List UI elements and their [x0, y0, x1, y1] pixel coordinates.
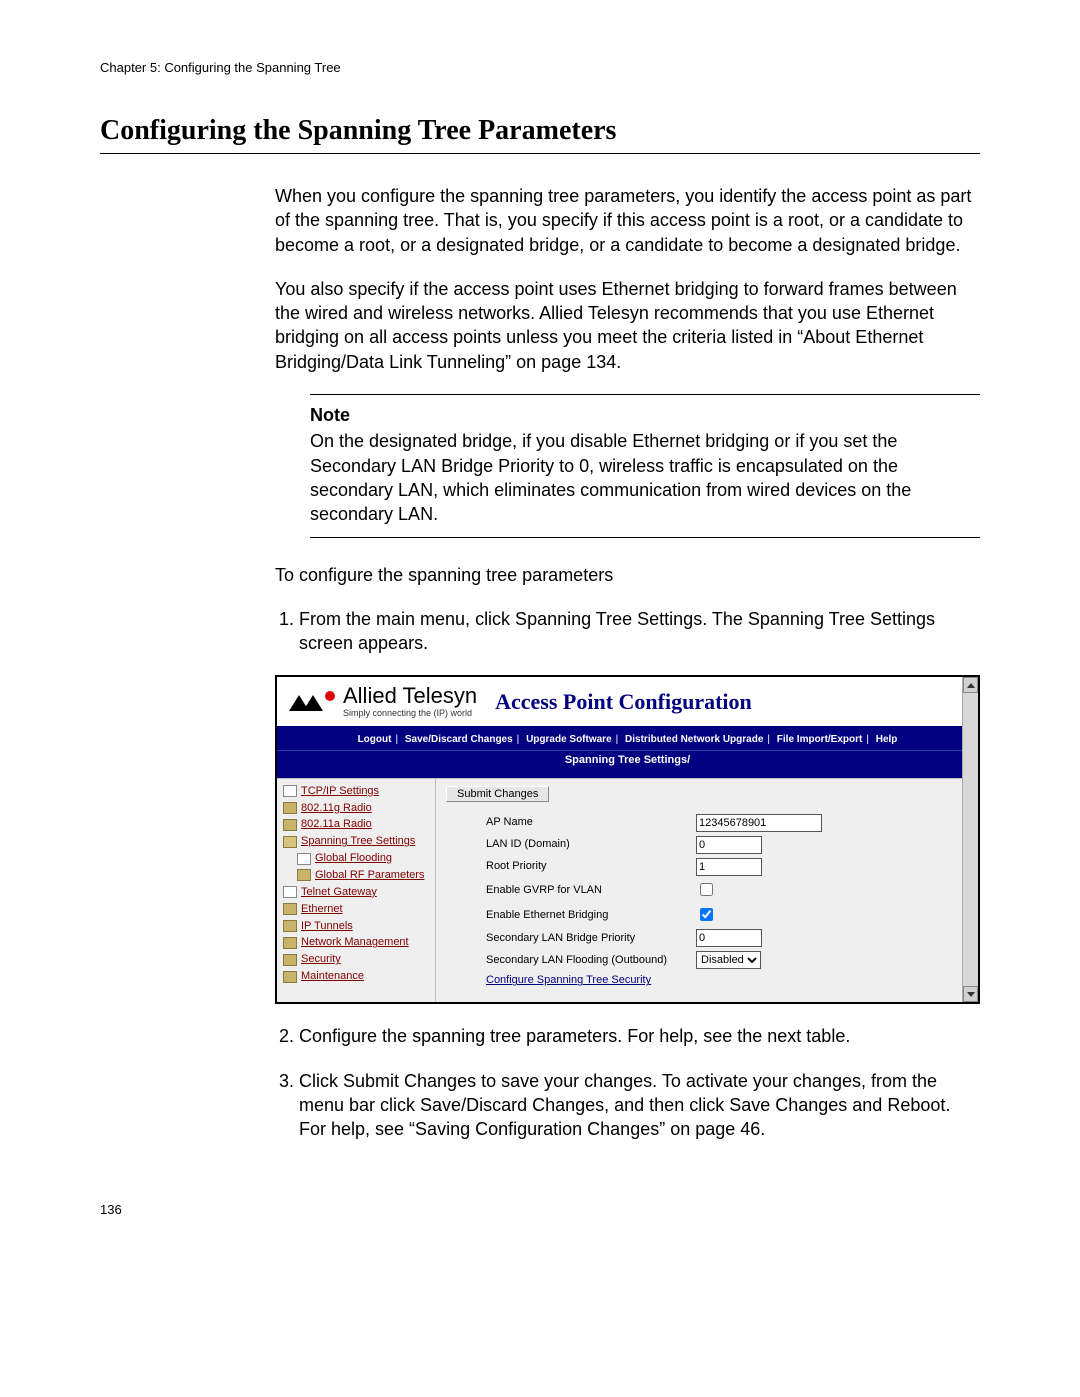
- label-secondary-lan-priority: Secondary LAN Bridge Priority: [446, 927, 696, 949]
- banner-title: Access Point Configuration: [495, 687, 752, 717]
- folder-icon: [283, 920, 297, 932]
- menu-file-import-export[interactable]: File Import/Export: [777, 734, 863, 745]
- paragraph-2: You also specify if the access point use…: [275, 277, 980, 374]
- chevron-down-icon: [967, 992, 975, 997]
- scroll-up-button[interactable]: [963, 677, 978, 693]
- step-1: From the main menu, click Spanning Tree …: [299, 607, 980, 656]
- input-secondary-lan-priority[interactable]: [696, 929, 762, 947]
- main-panel: Submit Changes AP Name LAN ID (Domain) R…: [436, 779, 978, 1003]
- menu-bar: Logout| Save/Discard Changes| Upgrade So…: [277, 730, 978, 750]
- submit-changes-button[interactable]: Submit Changes: [446, 786, 549, 802]
- label-root-priority: Root Priority: [446, 856, 696, 878]
- folder-icon: [283, 971, 297, 983]
- input-ap-name[interactable]: [696, 814, 822, 832]
- note-text: On the designated bridge, if you disable…: [310, 429, 970, 526]
- chapter-header: Chapter 5: Configuring the Spanning Tree: [100, 60, 980, 75]
- folder-icon: [297, 869, 311, 881]
- section-title: Configuring the Spanning Tree Parameters: [100, 115, 980, 147]
- menu-help[interactable]: Help: [876, 734, 898, 745]
- step-2: Configure the spanning tree parameters. …: [299, 1024, 980, 1048]
- nav-80211g[interactable]: 802.11g Radio: [301, 801, 372, 816]
- input-lan-id[interactable]: [696, 836, 762, 854]
- nav-80211a[interactable]: 802.11a Radio: [301, 817, 372, 832]
- label-secondary-lan-flooding: Secondary LAN Flooding (Outbound): [446, 949, 696, 971]
- folder-icon: [283, 802, 297, 814]
- select-secondary-lan-flooding[interactable]: Disabled: [696, 951, 761, 969]
- label-enable-gvrp: Enable GVRP for VLAN: [446, 878, 696, 903]
- label-enable-ethernet-bridging: Enable Ethernet Bridging: [446, 903, 696, 928]
- nav-spanning-tree[interactable]: Spanning Tree Settings: [301, 834, 415, 849]
- nav-telnet-gateway[interactable]: Telnet Gateway: [301, 885, 377, 900]
- nav-tree: TCP/IP Settings 802.11g Radio 802.11a Ra…: [277, 779, 436, 1003]
- scrollbar[interactable]: [962, 677, 978, 1002]
- title-rule: [100, 153, 980, 154]
- page-icon: [283, 886, 297, 898]
- step-3: Click Submit Changes to save your change…: [299, 1069, 980, 1142]
- nav-security[interactable]: Security: [301, 952, 341, 967]
- label-lan-id: LAN ID (Domain): [446, 834, 696, 856]
- nav-maintenance[interactable]: Maintenance: [301, 969, 364, 984]
- nav-network-mgmt[interactable]: Network Management: [301, 935, 409, 950]
- page-icon: [297, 853, 311, 865]
- brand-tagline: Simply connecting the (IP) world: [343, 709, 477, 718]
- folder-icon: [283, 954, 297, 966]
- brand-logo-icon: [289, 691, 337, 713]
- folder-open-icon: [283, 836, 297, 848]
- page-icon: [283, 785, 297, 797]
- checkbox-enable-ethernet-bridging[interactable]: [700, 908, 713, 921]
- folder-icon: [283, 819, 297, 831]
- nav-global-flooding[interactable]: Global Flooding: [315, 851, 392, 866]
- menu-logout[interactable]: Logout: [358, 734, 392, 745]
- embedded-screenshot: Allied Telesyn Simply connecting the (IP…: [275, 675, 980, 1004]
- folder-icon: [283, 937, 297, 949]
- nav-tcpip[interactable]: TCP/IP Settings: [301, 784, 379, 799]
- menu-subtitle: Spanning Tree Settings/: [277, 750, 978, 772]
- nav-ip-tunnels[interactable]: IP Tunnels: [301, 919, 353, 934]
- banner: Allied Telesyn Simply connecting the (IP…: [277, 677, 978, 730]
- input-root-priority[interactable]: [696, 858, 762, 876]
- chevron-up-icon: [967, 683, 975, 688]
- paragraph-1: When you configure the spanning tree par…: [275, 184, 980, 257]
- page-number: 136: [100, 1202, 980, 1217]
- scroll-down-button[interactable]: [963, 986, 978, 1002]
- brand-name: Allied Telesyn: [343, 685, 477, 707]
- nav-global-rf[interactable]: Global RF Parameters: [315, 868, 424, 883]
- menu-distributed-upgrade[interactable]: Distributed Network Upgrade: [625, 734, 763, 745]
- checkbox-enable-gvrp[interactable]: [700, 883, 713, 896]
- note-label: Note: [310, 403, 970, 427]
- label-ap-name: AP Name: [446, 812, 696, 834]
- link-configure-spanning-tree-security[interactable]: Configure Spanning Tree Security: [486, 974, 651, 986]
- nav-ethernet[interactable]: Ethernet: [301, 902, 343, 917]
- menu-save-discard[interactable]: Save/Discard Changes: [405, 734, 513, 745]
- folder-icon: [283, 903, 297, 915]
- menu-upgrade-software[interactable]: Upgrade Software: [526, 734, 612, 745]
- note-box: Note On the designated bridge, if you di…: [310, 394, 980, 537]
- paragraph-3: To configure the spanning tree parameter…: [275, 563, 980, 587]
